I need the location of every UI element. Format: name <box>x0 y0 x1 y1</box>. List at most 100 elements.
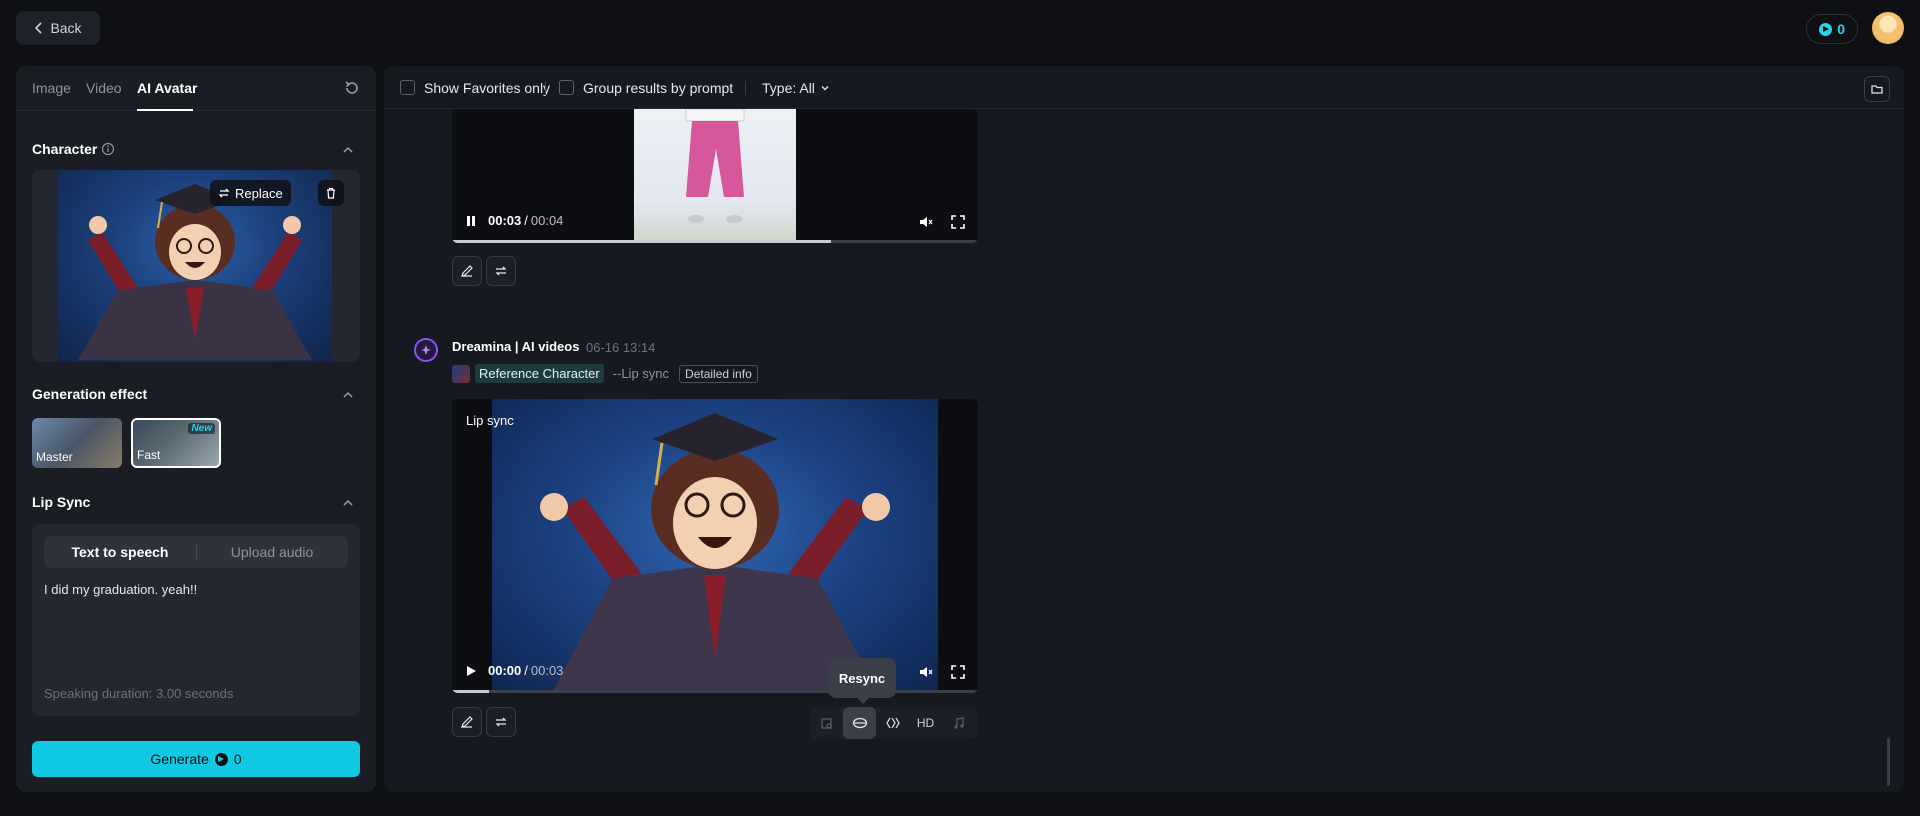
tab-video[interactable]: Video <box>86 80 122 96</box>
lips-icon <box>852 717 867 729</box>
generate-button[interactable]: Generate 0 <box>32 741 360 777</box>
diamond-icon <box>885 717 900 729</box>
resync-tooltip: Resync <box>828 658 896 704</box>
effect-fast[interactable]: New Fast <box>131 418 221 468</box>
character-image <box>58 170 332 362</box>
dreamina-avatar <box>414 338 438 362</box>
effect-master[interactable]: Master <box>32 418 122 468</box>
progress-fill <box>452 240 831 243</box>
regenerate-button[interactable] <box>486 707 516 737</box>
group-label[interactable]: Group results by prompt <box>583 80 733 96</box>
effect-master-label: Master <box>36 450 73 464</box>
folder-button[interactable] <box>1864 76 1890 102</box>
divider <box>745 81 746 95</box>
active-tab-indicator <box>137 109 193 111</box>
volume-icon[interactable] <box>918 214 934 230</box>
effect-fast-label: Fast <box>137 448 161 462</box>
video-player-2[interactable]: Lip sync 00:00 / 00:03 <box>452 399 978 693</box>
current-time: 00:03 <box>488 213 522 228</box>
lip-sync-overlay-label: Lip sync <box>466 413 514 428</box>
video-frame <box>492 399 938 693</box>
type-filter-label: Type: All <box>762 80 815 96</box>
reference-info: Reference Character --Lip sync Detailed … <box>452 364 758 383</box>
left-panel: Image Video AI Avatar Character Replace … <box>16 66 376 792</box>
time-separator: / <box>524 213 528 228</box>
current-time: 00:00 <box>488 663 522 678</box>
dreamina-logo-icon <box>421 345 431 355</box>
pause-icon[interactable] <box>464 214 478 228</box>
tab-image[interactable]: Image <box>32 80 71 96</box>
reference-thumbnail <box>452 364 470 383</box>
collapse-effect-icon[interactable] <box>342 389 354 401</box>
user-avatar[interactable] <box>1872 12 1904 44</box>
collapse-lipsync-icon[interactable] <box>342 497 354 509</box>
text-to-speech-tab[interactable]: Text to speech <box>44 536 196 568</box>
progress-bar[interactable] <box>452 240 978 243</box>
info-icon[interactable] <box>101 142 115 156</box>
total-time: 00:03 <box>530 663 564 678</box>
lip-sync-box: Text to speech Upload audio I did my gra… <box>32 524 360 716</box>
scrollbar[interactable] <box>1887 738 1890 786</box>
swap-icon <box>218 188 230 198</box>
message-author: Dreamina | AI videos <box>452 339 580 354</box>
hd-button[interactable]: HD <box>909 707 942 739</box>
interpolate-button[interactable] <box>876 707 909 739</box>
reset-icon[interactable] <box>344 80 360 96</box>
progress-bar[interactable] <box>452 690 978 693</box>
music-note-icon <box>953 716 964 729</box>
replace-button[interactable]: Replace <box>210 180 291 206</box>
play-icon[interactable] <box>464 664 478 678</box>
pencil-icon <box>461 265 473 277</box>
mode-tabs: Image Video AI Avatar <box>16 66 376 111</box>
tab-ai-avatar[interactable]: AI Avatar <box>137 80 197 96</box>
character-title: Character <box>32 141 98 157</box>
credit-icon <box>214 752 228 766</box>
video-tools: HD <box>810 707 978 739</box>
group-checkbox[interactable] <box>559 80 574 95</box>
time-separator: / <box>524 663 528 678</box>
folder-icon <box>1871 85 1883 94</box>
lip-sync-mode-toggle: Text to speech Upload audio <box>44 536 348 568</box>
edit-button[interactable] <box>452 256 482 286</box>
video-player-1[interactable]: 00:03 / 00:04 <box>452 109 978 243</box>
generate-label: Generate <box>150 751 209 767</box>
divider <box>545 81 546 95</box>
replace-label: Replace <box>235 185 283 201</box>
total-time: 00:04 <box>530 213 564 228</box>
resync-button[interactable] <box>843 707 876 739</box>
reference-character-link[interactable]: Reference Character <box>475 364 604 383</box>
volume-icon[interactable] <box>918 664 934 680</box>
progress-fill <box>452 690 489 693</box>
reference-mode: --Lip sync <box>612 366 670 381</box>
repeat-icon <box>495 266 507 276</box>
delete-button[interactable] <box>318 180 344 206</box>
chevron-left-icon <box>35 22 43 34</box>
fullscreen-icon[interactable] <box>950 664 966 680</box>
frame-icon <box>821 717 832 729</box>
regenerate-button[interactable] <box>486 256 516 286</box>
chevron-down-icon <box>821 86 829 91</box>
upload-audio-tab[interactable]: Upload audio <box>196 536 348 568</box>
repeat-icon <box>495 717 507 727</box>
detailed-info-button[interactable]: Detailed info <box>679 364 758 383</box>
edit-button[interactable] <box>452 707 482 737</box>
favorites-checkbox[interactable] <box>400 80 415 95</box>
credits-count: 0 <box>1837 21 1845 37</box>
favorites-label[interactable]: Show Favorites only <box>424 80 550 96</box>
lip-sync-title: Lip Sync <box>32 494 91 510</box>
speech-text-input[interactable]: I did my graduation. yeah!! <box>44 582 344 597</box>
playback-controls: 00:03 / 00:04 <box>464 213 966 228</box>
new-badge: New <box>188 423 215 434</box>
collapse-character-icon[interactable] <box>342 144 354 156</box>
frame-tool-button[interactable] <box>810 707 843 739</box>
back-label: Back <box>50 20 82 36</box>
generate-cost: 0 <box>233 751 242 767</box>
back-button[interactable]: Back <box>16 11 100 45</box>
generation-effect-title: Generation effect <box>32 386 148 402</box>
results-toolbar: Show Favorites only Group results by pro… <box>384 66 1904 109</box>
fullscreen-icon[interactable] <box>950 214 966 230</box>
credits-badge[interactable]: 0 <box>1806 14 1858 44</box>
audio-button[interactable] <box>942 707 975 739</box>
type-filter-dropdown[interactable]: Type: All <box>762 80 830 96</box>
speaking-duration: Speaking duration: 3.00 seconds <box>44 686 234 701</box>
